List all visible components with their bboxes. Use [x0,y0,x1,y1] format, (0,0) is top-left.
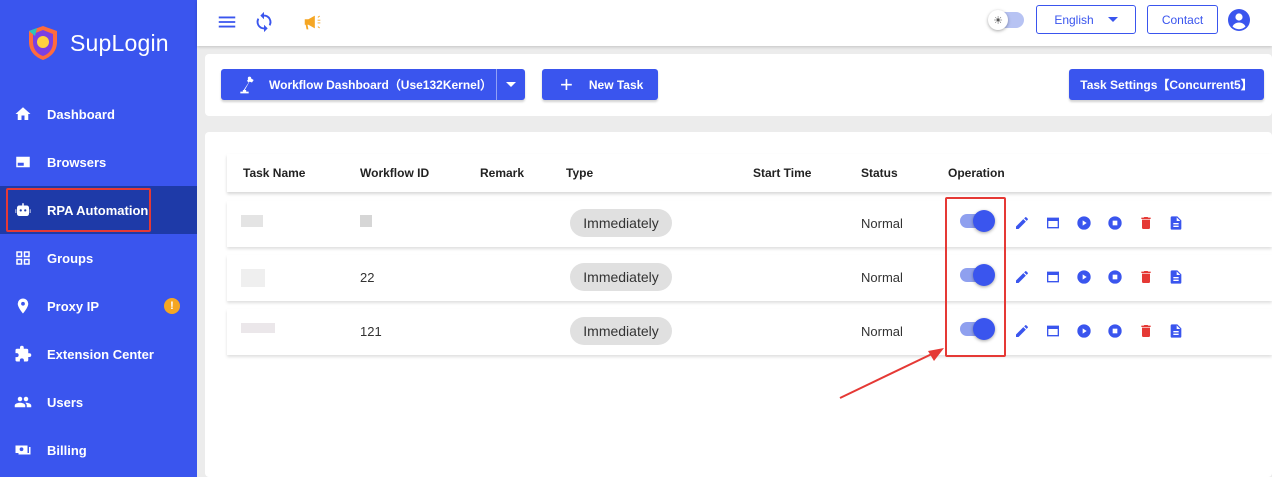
play-icon[interactable] [1076,215,1092,231]
log-icon[interactable] [1168,323,1184,339]
sidebar-item-label: Browsers [47,154,107,170]
grid-icon [14,249,32,267]
header-operation: Operation [948,166,1005,180]
sidebar-item-dashboard[interactable]: Dashboard [0,90,197,138]
task-settings-label: Task Settings【Concurrent5】 [1080,78,1253,92]
split-divider [496,69,497,100]
log-icon[interactable] [1168,215,1184,231]
table-row: Immediately Normal [227,201,1272,247]
sidebar-item-label: Extension Center [47,346,154,362]
new-task-button[interactable]: + New Task [542,69,658,100]
top-bar: ☀ English Contact [197,0,1272,46]
task-table-panel: Task Name Workflow ID Remark Type Start … [205,132,1272,477]
sidebar-item-extension-center[interactable]: Extension Center [0,330,197,378]
delete-icon[interactable] [1138,269,1154,285]
delete-icon[interactable] [1138,323,1154,339]
edit-icon[interactable] [1014,215,1030,231]
suplogin-logo-icon [29,26,57,60]
menu-icon[interactable] [215,10,239,34]
workflow-id-text: 121 [360,324,382,339]
stop-icon[interactable] [1107,269,1123,285]
plus-icon: + [560,71,573,97]
refresh-icon[interactable] [252,10,276,34]
sidebar-item-billing[interactable]: Billing [0,426,197,474]
annotation-arrow-icon [839,348,944,399]
status-text: Normal [861,270,903,285]
chevron-down-icon [1107,17,1118,22]
sidebar-item-label: Proxy IP [47,298,100,314]
blurred-task-name [241,323,275,333]
type-chip: Immediately [570,317,672,345]
users-icon [14,393,32,411]
contact-label: Contact [1161,12,1204,27]
theme-toggle[interactable]: ☀ [988,10,1024,30]
delete-icon[interactable] [1138,215,1154,231]
proxy-warning-badge: ! [164,298,180,314]
log-icon[interactable] [1168,269,1184,285]
blurred-workflow-id [360,215,372,227]
workflow-id-text: 22 [360,270,375,285]
sidebar-item-label: Groups [47,250,94,266]
sidebar-item-browsers[interactable]: Browsers [0,138,197,186]
task-settings-button[interactable]: Task Settings【Concurrent5】 [1069,69,1264,100]
header-workflow-id: Workflow ID [360,166,430,180]
type-chip: Immediately [570,263,672,291]
browser-window-icon [14,153,32,171]
stop-icon[interactable] [1107,323,1123,339]
language-select[interactable]: English [1036,5,1136,34]
table-row: 121 Immediately Normal [227,309,1272,355]
status-text: Normal [861,324,903,339]
sidebar-item-label: Users [47,394,84,410]
table-row: 22 Immediately Normal [227,255,1272,301]
billing-icon [14,441,32,459]
header-task-name: Task Name [243,166,306,180]
window-icon[interactable] [1045,269,1061,285]
play-icon[interactable] [1076,269,1092,285]
table-header: Task Name Workflow ID Remark Type Start … [227,154,1272,192]
stop-icon[interactable] [1107,215,1123,231]
play-icon[interactable] [1076,323,1092,339]
new-task-label: New Task [588,77,644,92]
contact-button[interactable]: Contact [1147,5,1218,34]
robot-arm-icon [240,76,254,93]
app-name: SupLogin [70,29,169,56]
sun-icon: ☀ [988,10,1008,30]
sidebar-item-label: Dashboard [47,106,115,122]
puzzle-icon [14,345,32,363]
blurred-task-name [241,269,265,287]
language-label: English [1054,12,1094,27]
edit-icon[interactable] [1014,269,1030,285]
brand[interactable]: SupLogin [24,24,169,62]
status-text: Normal [861,216,903,231]
toggle-annotation-box [945,197,1006,357]
rpa-automation-annotation-box [6,188,151,232]
sidebar-item-label: Billing [47,442,87,458]
sidebar: SupLogin Dashboard Browsers RPA Automati… [0,0,197,477]
blurred-task-name [241,215,263,227]
workflow-dashboard-button[interactable]: Workflow Dashboard（Use132Kernel） [221,69,525,100]
header-status: Status [861,166,898,180]
account-icon[interactable] [1227,8,1251,32]
window-icon[interactable] [1045,323,1061,339]
location-pin-icon [14,297,32,315]
chevron-down-icon[interactable] [506,82,516,87]
type-chip: Immediately [570,209,672,237]
sidebar-item-groups[interactable]: Groups [0,234,197,282]
megaphone-icon[interactable] [301,10,325,34]
header-start-time: Start Time [753,166,812,180]
header-type: Type [566,166,594,180]
workflow-dashboard-label: Workflow Dashboard（Use132Kernel） [269,78,493,92]
header-remark: Remark [480,166,525,180]
edit-icon[interactable] [1014,323,1030,339]
home-icon [14,105,32,123]
sidebar-item-users[interactable]: Users [0,378,197,426]
window-icon[interactable] [1045,215,1061,231]
toolbar-panel: Workflow Dashboard（Use132Kernel） + New T… [205,54,1272,116]
